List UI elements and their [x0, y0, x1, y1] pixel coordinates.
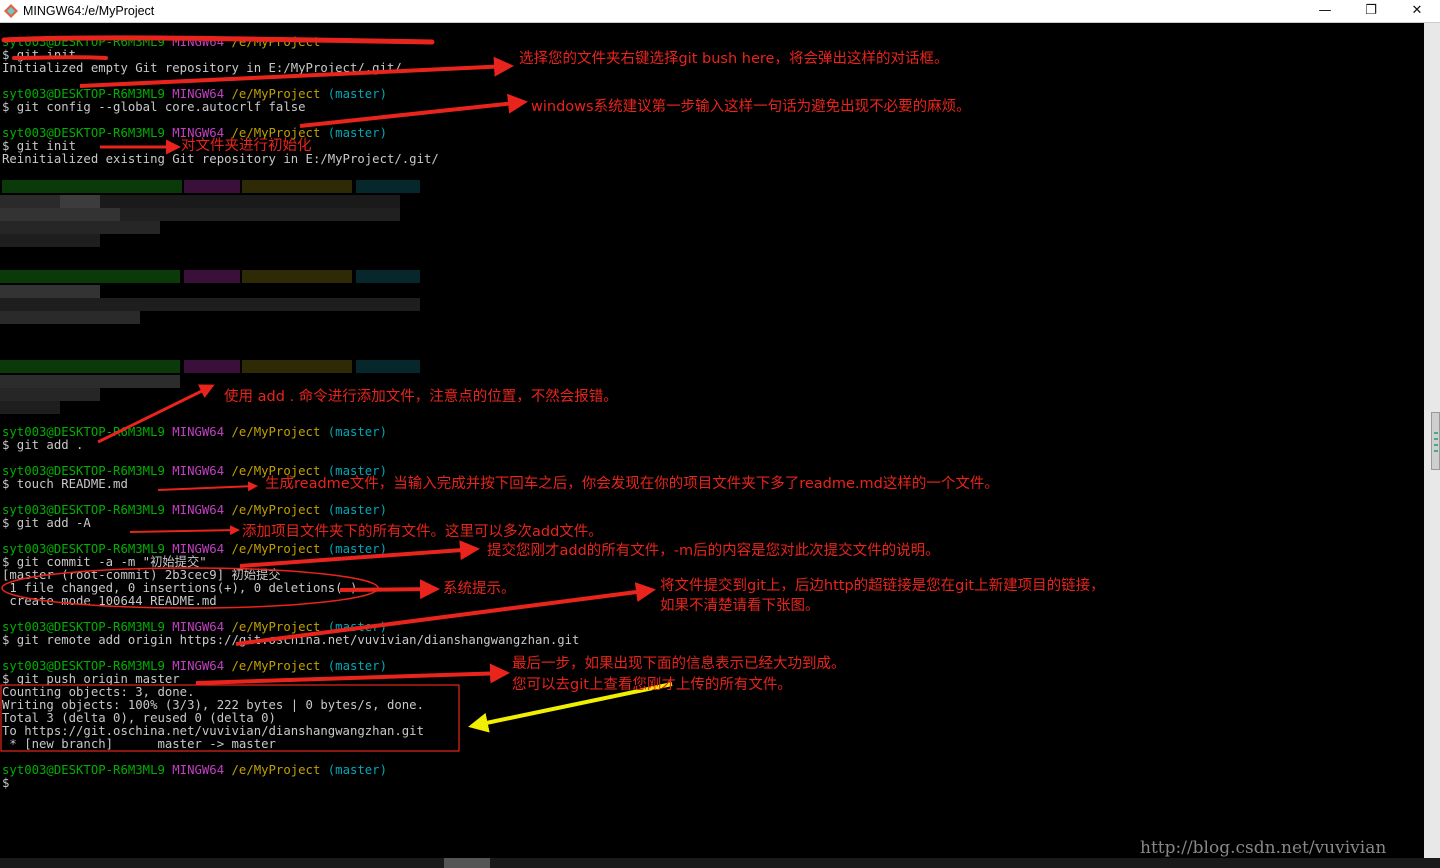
command-line: $ git add -A [2, 516, 91, 530]
close-button[interactable]: ✕ [1394, 0, 1440, 23]
minimize-button[interactable]: — [1302, 0, 1348, 23]
command-line: $ git remote add origin https://git.osch… [2, 633, 580, 647]
maximize-button[interactable]: ❐ [1348, 0, 1394, 23]
command-line: $ touch README.md [2, 477, 128, 491]
annotation-text: 系统提示。 [443, 581, 516, 597]
output-line: Initialized empty Git repository in E:/M… [2, 61, 402, 75]
watermark: http://blog.csdn.net/vuvivian [1140, 838, 1387, 858]
command-line: $ git add . [2, 438, 84, 452]
annotation-text: 将文件提交到git上，后边http的超链接是您在git上新建项目的链接， [660, 578, 1105, 594]
output-line: * [new branch] master -> master [2, 737, 276, 751]
annotation-text: 生成readme文件，当输入完成并按下回车之后，你会发现在你的项目文件夹下多了r… [265, 476, 999, 492]
taskbar-strip [0, 858, 1440, 868]
window-title: MINGW64:/e/MyProject [23, 4, 155, 18]
scrollbar-grip [1434, 438, 1438, 440]
annotation-text: 如果不清楚请看下张图。 [660, 598, 820, 614]
annotation-text: 添加项目文件夹下的所有文件。这里可以多次add文件。 [242, 524, 603, 540]
scrollbar-grip [1434, 450, 1438, 452]
scrollbar-grip [1434, 432, 1438, 434]
git-bash-icon [4, 4, 18, 18]
command-line: $ git config --global core.autocrlf fals… [2, 100, 306, 114]
annotation-text: windows系统建议第一步输入这样一句话为避免出现不必要的麻烦。 [531, 99, 971, 115]
scrollbar-thumb[interactable] [1431, 412, 1440, 470]
output-line: create mode 100644 README.md [2, 594, 217, 608]
annotation-text: 对文件夹进行初始化 [181, 138, 312, 154]
window-titlebar: MINGW64:/e/MyProject — ❐ ✕ [0, 0, 1440, 23]
taskbar-item[interactable] [444, 858, 490, 868]
annotation-text: 使用 add . 命令进行添加文件，注意点的位置，不然会报错。 [224, 389, 618, 405]
command-line: $ [2, 776, 10, 790]
prompt-line: syt003@DESKTOP-R6M3ML9 MINGW64 /e/MyProj… [2, 763, 387, 777]
annotation-text: 提交您刚才add的所有文件，-m后的内容是您对此次提交文件的说明。 [487, 543, 940, 559]
annotation-text: 您可以去git上查看您刚才上传的所有文件。 [512, 677, 792, 693]
annotation-text: 选择您的文件夹右键选择git bush here，将会弹出这样的对话框。 [519, 51, 949, 67]
annotation-text: 最后一步，如果出现下面的信息表示已经大功到成。 [512, 656, 846, 672]
scrollbar-grip [1434, 444, 1438, 446]
